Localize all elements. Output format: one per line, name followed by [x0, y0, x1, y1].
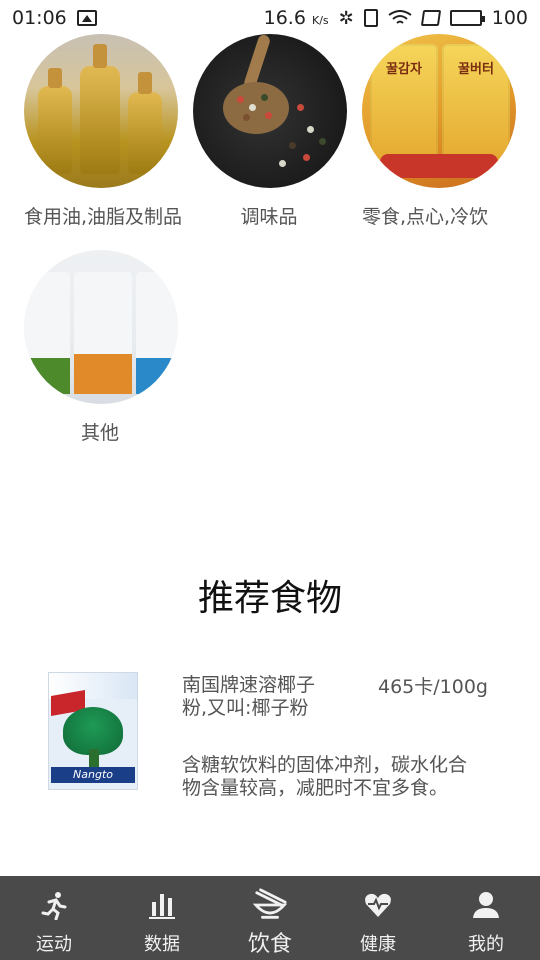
nav-label: 运动: [36, 934, 72, 955]
nav-item-health[interactable]: 健康: [324, 876, 432, 960]
battery-percent: 100: [491, 7, 528, 29]
sim-icon: [420, 10, 441, 26]
category-label: 其他: [80, 422, 119, 444]
bowl-chopsticks-icon: [253, 888, 287, 920]
category-label: 食用油,油脂及制品: [24, 206, 183, 228]
bar-chart-icon: [145, 890, 179, 920]
section-title: 推荐食物: [197, 578, 342, 619]
vibrate-icon: [363, 9, 378, 27]
heart-icon: [361, 890, 395, 920]
category-snack[interactable]: 꿀감자 꿀버터 零食,点心,冷饮: [354, 34, 524, 229]
oil-image: [24, 34, 178, 188]
status-bar: 01:06 16.6 K/s ✲ 100: [0, 0, 540, 36]
food-card[interactable]: Nangto 南国牌速溶椰子粉,又叫:椰子粉 465卡/100g 含糖软饮料的固…: [0, 666, 540, 846]
nav-label: 数据: [144, 934, 180, 955]
category-label: 零食,点心,冷饮: [362, 206, 489, 228]
nav-item-data[interactable]: 数据: [108, 876, 216, 960]
running-icon: [37, 890, 71, 920]
category-label: 调味品: [240, 206, 298, 228]
image-notification-icon: [76, 10, 97, 26]
category-spice[interactable]: 调味品: [185, 34, 355, 229]
nav-item-diet[interactable]: 饮食: [216, 876, 324, 960]
status-time: 01:06: [12, 7, 67, 29]
battery-icon: [449, 10, 485, 26]
snack-image: 꿀감자 꿀버터: [362, 34, 516, 188]
category-other[interactable]: 其他: [16, 250, 186, 445]
food-description: 含糖软饮料的固体冲剂，碳水化合物含量较高，减肥时不宜多食。: [182, 754, 468, 799]
network-speed: 16.6 K/s: [263, 7, 329, 29]
bottom-nav: 运动 数据 饮食 健康 我的: [0, 876, 540, 960]
bluetooth-icon: ✲: [338, 7, 354, 29]
nav-label: 我的: [468, 934, 504, 955]
user-icon: [469, 890, 503, 920]
food-calories: 465卡/100g: [378, 676, 488, 698]
nav-label: 健康: [360, 934, 396, 955]
jar-image: [24, 250, 178, 404]
nav-label: 饮食: [247, 932, 292, 957]
coconut-powder-image: Nangto: [48, 672, 138, 790]
nav-item-mine[interactable]: 我的: [432, 876, 540, 960]
spice-image: [193, 34, 347, 188]
wifi-icon: [388, 10, 412, 24]
category-oil[interactable]: 食用油,油脂及制品: [16, 34, 186, 229]
food-name: 南国牌速溶椰子粉,又叫:椰子粉: [182, 674, 316, 719]
nav-item-exercise[interactable]: 运动: [0, 876, 108, 960]
